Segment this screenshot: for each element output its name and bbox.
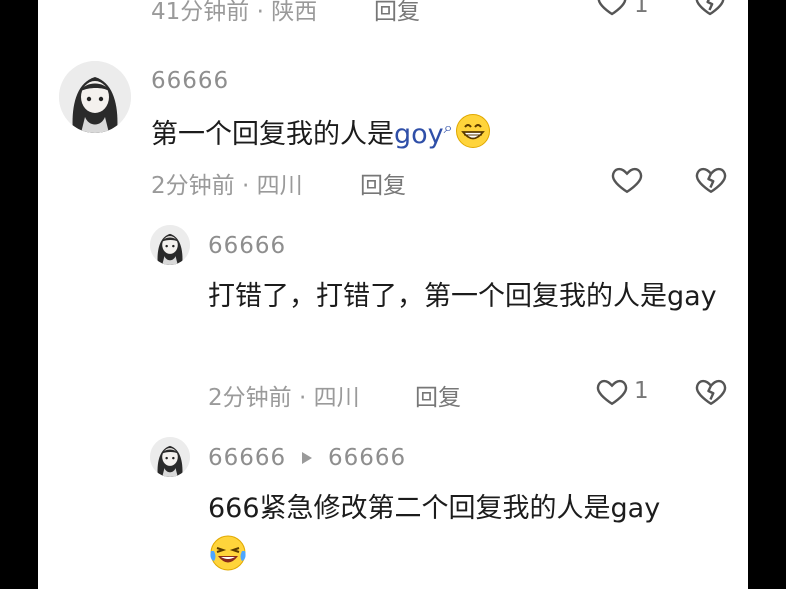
comment-meta: 41分钟前 · 陕西 bbox=[151, 0, 318, 25]
reply-to-username[interactable]: 66666 bbox=[328, 445, 406, 471]
broken-heart-icon bbox=[695, 0, 725, 16]
like-count: 1 bbox=[634, 378, 649, 404]
reply-arrow-icon bbox=[300, 450, 314, 466]
heart-icon bbox=[611, 167, 643, 194]
username[interactable]: 66666 bbox=[151, 68, 229, 94]
broken-heart-icon bbox=[695, 167, 727, 193]
username[interactable]: 66666 bbox=[208, 233, 286, 259]
comment-text: 第一个回复我的人是goy⌕ bbox=[151, 104, 491, 159]
reply-button[interactable]: 回复 bbox=[360, 166, 406, 200]
comment-meta: 2分钟前 · 四川 bbox=[151, 173, 303, 199]
reply-text: 666紧急修改第二个回复我的人是gay bbox=[208, 493, 661, 524]
keyword-link[interactable]: goy bbox=[394, 119, 444, 150]
dislike-button[interactable] bbox=[694, 162, 728, 196]
broken-heart-icon bbox=[695, 379, 727, 405]
dislike-button[interactable] bbox=[694, 374, 728, 408]
like-button[interactable] bbox=[610, 162, 644, 196]
heart-icon bbox=[597, 0, 627, 16]
reply-button[interactable]: 回复 bbox=[415, 378, 461, 412]
anime-girl-avatar-icon bbox=[150, 225, 190, 265]
laughing-crying-face-emoji bbox=[208, 533, 248, 573]
reply-button[interactable]: 回复 bbox=[374, 0, 420, 26]
like-count: 1 bbox=[634, 0, 649, 18]
avatar[interactable] bbox=[59, 61, 131, 133]
grinning-face-emoji bbox=[455, 113, 491, 149]
comment-meta: 2分钟前 · 四川 bbox=[208, 385, 360, 411]
like-button[interactable] bbox=[595, 374, 629, 408]
dislike-button[interactable] bbox=[694, 0, 726, 18]
comment-list: 41分钟前 · 陕西 回复 1 66666 第一个回复我的人是goy⌕ 2分钟前… bbox=[38, 0, 748, 589]
search-icon[interactable]: ⌕ bbox=[444, 118, 453, 137]
avatar[interactable] bbox=[150, 437, 190, 477]
anime-girl-avatar-icon bbox=[59, 61, 131, 133]
heart-icon bbox=[596, 379, 628, 406]
reply-text: 打错了，打错了，第一个回复我的人是gay bbox=[208, 281, 717, 312]
anime-girl-avatar-icon bbox=[150, 437, 190, 477]
username[interactable]: 66666 bbox=[208, 445, 286, 471]
comment-text-prefix: 第一个回复我的人是 bbox=[151, 119, 394, 150]
like-button[interactable] bbox=[596, 0, 628, 18]
avatar[interactable] bbox=[150, 225, 190, 265]
